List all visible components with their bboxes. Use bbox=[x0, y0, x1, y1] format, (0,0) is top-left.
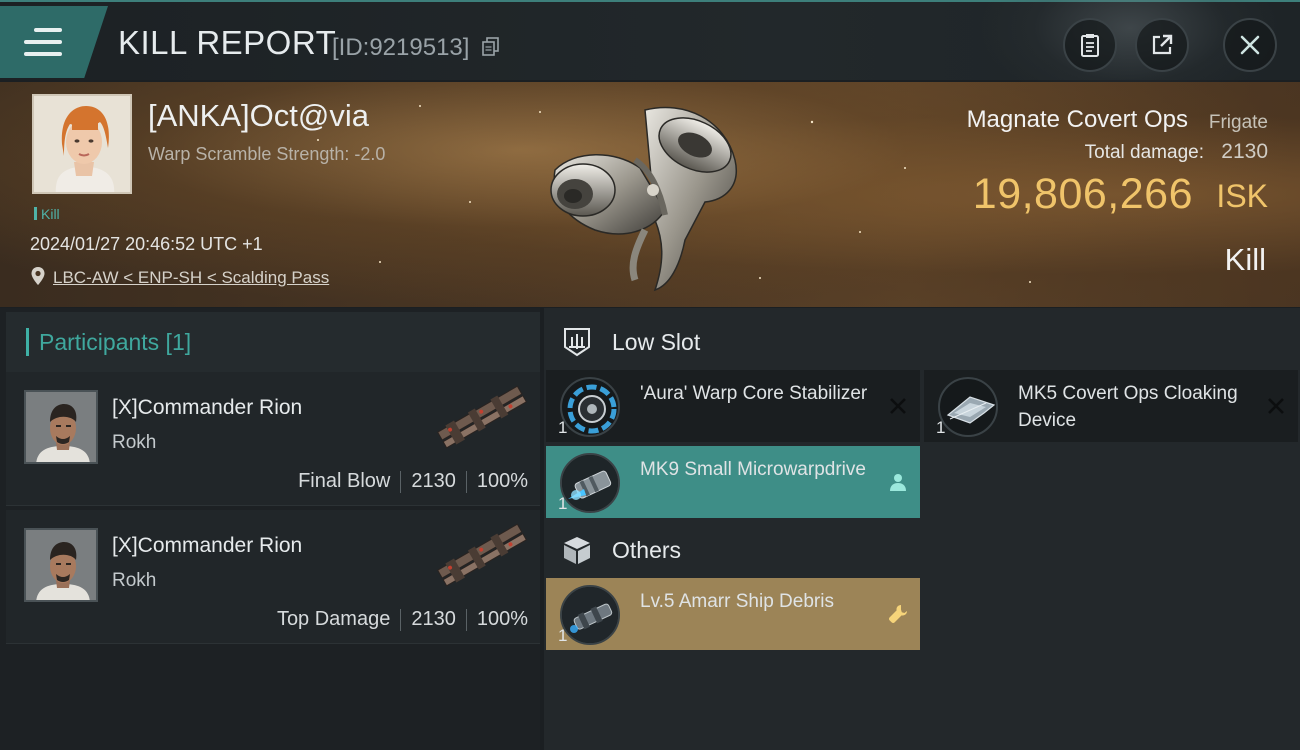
x-icon bbox=[1268, 398, 1284, 414]
item-ship-debris[interactable]: 1 Lv.5 Amarr Ship Debris bbox=[546, 578, 920, 650]
participant-stats: Final Blow 2130 100% bbox=[298, 470, 528, 493]
low-slot-icon bbox=[564, 328, 590, 357]
copy-icon[interactable] bbox=[482, 37, 500, 57]
warp-core-stabilizer-icon bbox=[560, 377, 620, 437]
stats-divider bbox=[400, 608, 402, 631]
total-damage-label: Total damage: bbox=[1084, 142, 1204, 163]
box-icon bbox=[564, 537, 590, 564]
participants-title: Participants [1] bbox=[39, 328, 192, 355]
participant-portrait-image bbox=[26, 392, 96, 462]
ship-debris-icon bbox=[560, 585, 620, 645]
item-quantity: 1 bbox=[558, 418, 568, 437]
participant-portrait-image bbox=[26, 530, 96, 600]
microwarpdrive-icon bbox=[560, 453, 620, 513]
participant-damage: 2130 bbox=[411, 608, 456, 630]
share-button[interactable] bbox=[1135, 18, 1189, 72]
kill-tag: Kill bbox=[34, 206, 60, 222]
clipboard-icon bbox=[1081, 34, 1099, 57]
victim-banner: [ANKA]Oct@via Warp Scramble Strength: -2… bbox=[0, 82, 1300, 307]
weapon-icon bbox=[436, 523, 528, 587]
kill-timestamp: 2024/01/27 20:46:52 UTC +1 bbox=[30, 234, 263, 254]
victim-portrait[interactable] bbox=[32, 94, 132, 194]
cloaking-device-icon bbox=[938, 377, 998, 437]
report-id: [ID:9219513] bbox=[332, 34, 470, 61]
participant-stats: Top Damage 2130 100% bbox=[277, 608, 528, 631]
location-pin-icon bbox=[31, 267, 45, 285]
participant-percent: 100% bbox=[476, 608, 528, 630]
wrench-icon bbox=[888, 605, 907, 624]
isk-unit: ISK bbox=[1216, 178, 1268, 214]
item-quantity: 1 bbox=[936, 418, 946, 437]
total-damage-value: 2130 bbox=[1221, 140, 1268, 163]
others-header: Others bbox=[560, 530, 681, 570]
participant-role: Final Blow bbox=[298, 470, 391, 492]
item-name: 'Aura' Warp Core Stabilizer bbox=[640, 383, 868, 404]
warp-scramble-strength: Warp Scramble Strength: -2.0 bbox=[148, 144, 386, 164]
close-icon bbox=[1240, 35, 1260, 55]
item-name: MK5 Covert Ops Cloaking Device bbox=[1018, 383, 1238, 431]
stats-divider bbox=[465, 608, 467, 631]
isk-value: 19,806,266 bbox=[972, 170, 1193, 218]
victim-name[interactable]: [ANKA]Oct@via bbox=[148, 98, 369, 134]
participant-role: Top Damage bbox=[276, 608, 391, 630]
participant-name[interactable]: [X]Commander Rion bbox=[112, 534, 302, 558]
participants-panel: Participants [1] [X]Commander Rion Rokh bbox=[0, 308, 540, 750]
item-warp-core-stabilizer[interactable]: 1 'Aura' Warp Core Stabilizer bbox=[546, 370, 920, 442]
stats-divider bbox=[465, 470, 467, 493]
header-accent-bar bbox=[26, 328, 29, 356]
item-cloaking-device[interactable]: 1 MK5 Covert Ops Cloaking Device bbox=[924, 370, 1298, 442]
clipboard-button[interactable] bbox=[1063, 18, 1117, 72]
participant-avatar[interactable] bbox=[24, 390, 98, 464]
items-panel: Low Slot 1 'Aura' Warp Core Stabilizer 1… bbox=[544, 308, 1300, 750]
victim-avatar-image bbox=[34, 96, 130, 192]
low-slot-title: Low Slot bbox=[612, 328, 701, 355]
participant-card[interactable]: [X]Commander Rion Rokh Final Blow 2130 1… bbox=[6, 372, 540, 506]
item-name: Lv.5 Amarr Ship Debris bbox=[640, 591, 834, 612]
x-icon bbox=[890, 398, 906, 414]
participant-avatar[interactable] bbox=[24, 528, 98, 602]
participant-ship: Rokh bbox=[112, 570, 157, 591]
victim-ship-class: Frigate bbox=[1208, 112, 1268, 133]
weapon-icon bbox=[436, 385, 528, 449]
item-microwarpdrive[interactable]: 1 MK9 Small Microwarpdrive bbox=[546, 446, 920, 518]
participant-card[interactable]: [X]Commander Rion Rokh Top Damage 2130 1… bbox=[6, 510, 540, 644]
victim-ship-name[interactable]: Magnate Covert Ops bbox=[967, 106, 1188, 134]
close-button[interactable] bbox=[1223, 18, 1277, 72]
header-bar: KILL REPORT [ID:9219513] bbox=[0, 0, 1300, 112]
participant-percent: 100% bbox=[476, 470, 528, 492]
participant-name[interactable]: [X]Commander Rion bbox=[112, 396, 302, 420]
stats-divider bbox=[400, 470, 402, 493]
share-icon bbox=[1152, 34, 1173, 55]
victim-ship-render bbox=[550, 106, 737, 292]
kill-location-link[interactable]: LBC-AW < ENP-SH < Scalding Pass bbox=[53, 268, 329, 288]
others-title: Others bbox=[612, 536, 682, 563]
menu-icon bbox=[24, 28, 62, 56]
participants-header: Participants [1] bbox=[6, 312, 540, 372]
kill-result: Kill bbox=[1224, 242, 1266, 277]
person-icon bbox=[890, 474, 906, 491]
page-title: KILL REPORT bbox=[118, 24, 337, 61]
participant-damage: 2130 bbox=[411, 470, 456, 492]
item-name: MK9 Small Microwarpdrive bbox=[640, 459, 866, 480]
menu-button[interactable] bbox=[0, 6, 108, 78]
participant-ship: Rokh bbox=[112, 432, 157, 453]
low-slot-header: Low Slot bbox=[560, 322, 700, 362]
item-quantity: 1 bbox=[558, 494, 568, 513]
item-quantity: 1 bbox=[558, 626, 568, 645]
